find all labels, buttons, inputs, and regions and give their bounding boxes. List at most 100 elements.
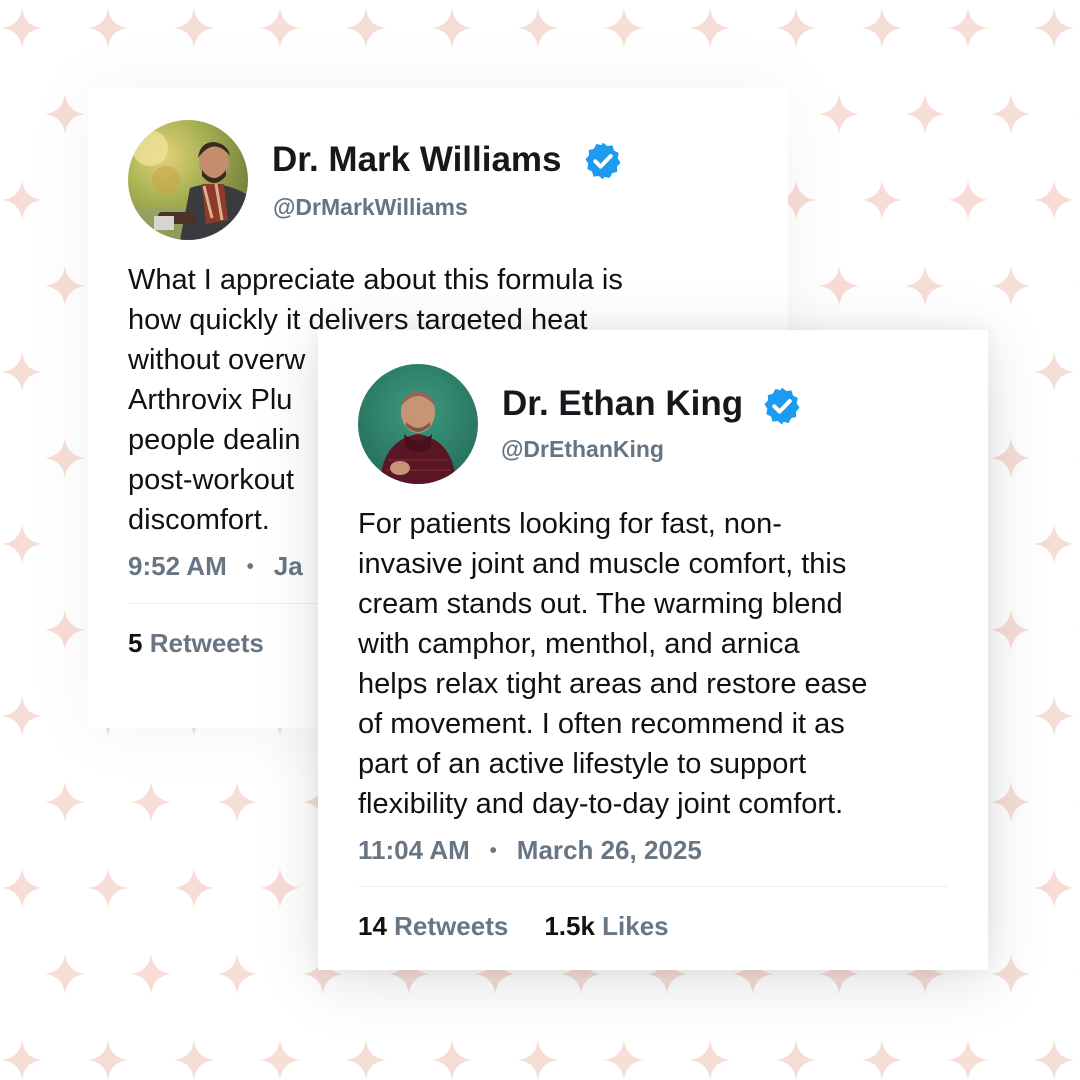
- sparkle-icon: [776, 1040, 816, 1080]
- sparkle-icon: [1034, 8, 1074, 48]
- sparkle-icon: [905, 94, 945, 134]
- tweet-card-ethan-king: Dr. Ethan King @DrEthanKing For patients…: [318, 330, 988, 970]
- sparkle-icon: [432, 1040, 472, 1080]
- tweet-body: For patients looking for fast, non- inva…: [358, 504, 867, 824]
- verified-badge-icon: [585, 142, 621, 180]
- tweet-line: with camphor, menthol, and arnica: [358, 628, 800, 660]
- likes-label: Likes: [602, 911, 669, 941]
- sparkle-icon: [991, 94, 1031, 134]
- sparkle-icon: [174, 868, 214, 908]
- sparkle-icon: [131, 782, 171, 822]
- sparkle-icon: [432, 8, 472, 48]
- sparkle-icon: [346, 8, 386, 48]
- sparkle-icon: [690, 8, 730, 48]
- sparkle-icon: [131, 954, 171, 994]
- separator: •: [489, 840, 497, 862]
- tweet-line: part of an active lifestyle to support: [358, 748, 807, 780]
- tweet-meta: 11:04 AM • March 26, 2025: [358, 835, 702, 866]
- sparkle-icon: [260, 1040, 300, 1080]
- likes-stat[interactable]: 1.5k Likes: [544, 911, 668, 941]
- tweet-time[interactable]: 9:52 AM: [128, 551, 227, 581]
- avatar[interactable]: [358, 364, 478, 484]
- separator: •: [246, 556, 254, 578]
- sparkle-icon: [905, 266, 945, 306]
- sparkle-icon: [518, 1040, 558, 1080]
- sparkle-icon: [1034, 180, 1074, 220]
- sparkle-icon: [862, 180, 902, 220]
- likes-count: 1.5k: [544, 911, 595, 941]
- sparkle-icon: [45, 266, 85, 306]
- sparkle-icon: [2, 868, 42, 908]
- sparkle-icon: [88, 8, 128, 48]
- sparkle-icon: [174, 8, 214, 48]
- author-handle[interactable]: @DrMarkWilliams: [273, 194, 468, 221]
- sparkle-icon: [2, 524, 42, 564]
- tweet-line: cream stands out. The warming blend: [358, 588, 843, 620]
- sparkle-icon: [991, 782, 1031, 822]
- sparkle-icon: [948, 180, 988, 220]
- sparkle-icon: [174, 1040, 214, 1080]
- retweets-label: Retweets: [394, 911, 509, 941]
- sparkle-icon: [45, 438, 85, 478]
- sparkle-icon: [862, 1040, 902, 1080]
- sparkle-icon: [991, 266, 1031, 306]
- sparkle-icon: [260, 868, 300, 908]
- sparkle-icon: [88, 1040, 128, 1080]
- sparkle-icon: [2, 1040, 42, 1080]
- tweet-line: helps relax tight areas and restore ease: [358, 668, 868, 700]
- sparkle-icon: [604, 1040, 644, 1080]
- profile-photo: [358, 364, 478, 484]
- sparkle-icon: [991, 954, 1031, 994]
- tweet-date[interactable]: Ja: [274, 551, 303, 581]
- tweet-stats: 14 Retweets 1.5k Likes: [358, 911, 705, 942]
- sparkle-icon: [45, 610, 85, 650]
- tweet-date[interactable]: March 26, 2025: [517, 835, 702, 865]
- tweet-meta: 9:52 AM • Ja: [128, 551, 303, 582]
- tweet-stats: 5 Retweets: [128, 628, 300, 659]
- sparkle-icon: [217, 782, 257, 822]
- sparkle-icon: [776, 8, 816, 48]
- sparkle-icon: [991, 438, 1031, 478]
- sparkle-icon: [88, 868, 128, 908]
- sparkle-icon: [1034, 352, 1074, 392]
- sparkle-icon: [1034, 696, 1074, 736]
- retweets-count: 5: [128, 628, 143, 658]
- sparkle-icon: [948, 1040, 988, 1080]
- avatar[interactable]: [128, 120, 248, 240]
- sparkle-icon: [819, 94, 859, 134]
- retweets-stat[interactable]: 14 Retweets: [358, 911, 508, 941]
- sparkle-icon: [45, 954, 85, 994]
- tweet-line: For patients looking for fast, non-: [358, 508, 782, 540]
- sparkle-icon: [1034, 524, 1074, 564]
- sparkle-icon: [1034, 868, 1074, 908]
- tweet-line: of movement. I often recommend it as: [358, 708, 845, 740]
- sparkle-icon: [45, 94, 85, 134]
- tweet-line: invasive joint and muscle comfort, this: [358, 548, 847, 580]
- sparkle-icon: [819, 266, 859, 306]
- tweet-time[interactable]: 11:04 AM: [358, 835, 470, 865]
- sparkle-icon: [2, 352, 42, 392]
- sparkle-icon: [346, 1040, 386, 1080]
- verified-badge-icon: [764, 387, 800, 425]
- tweet-line: flexibility and day-to-day joint comfort…: [358, 788, 844, 820]
- tweet-line: What I appreciate about this formula is: [128, 264, 623, 296]
- sparkle-icon: [45, 782, 85, 822]
- profile-photo: [128, 120, 248, 240]
- sparkle-icon: [948, 8, 988, 48]
- sparkle-icon: [690, 1040, 730, 1080]
- sparkle-icon: [1034, 1040, 1074, 1080]
- sparkle-icon: [2, 8, 42, 48]
- sparkle-icon: [991, 610, 1031, 650]
- retweets-count: 14: [358, 911, 387, 941]
- sparkle-icon: [2, 696, 42, 736]
- sparkle-icon: [604, 8, 644, 48]
- retweets-label: Retweets: [149, 628, 264, 658]
- author-handle[interactable]: @DrEthanKing: [501, 436, 664, 463]
- author-name[interactable]: Dr. Ethan King: [502, 384, 743, 424]
- sparkle-icon: [217, 954, 257, 994]
- author-name[interactable]: Dr. Mark Williams: [272, 140, 562, 180]
- sparkle-icon: [2, 180, 42, 220]
- sparkle-icon: [862, 8, 902, 48]
- retweets-stat[interactable]: 5 Retweets: [128, 628, 264, 658]
- divider: [358, 886, 948, 887]
